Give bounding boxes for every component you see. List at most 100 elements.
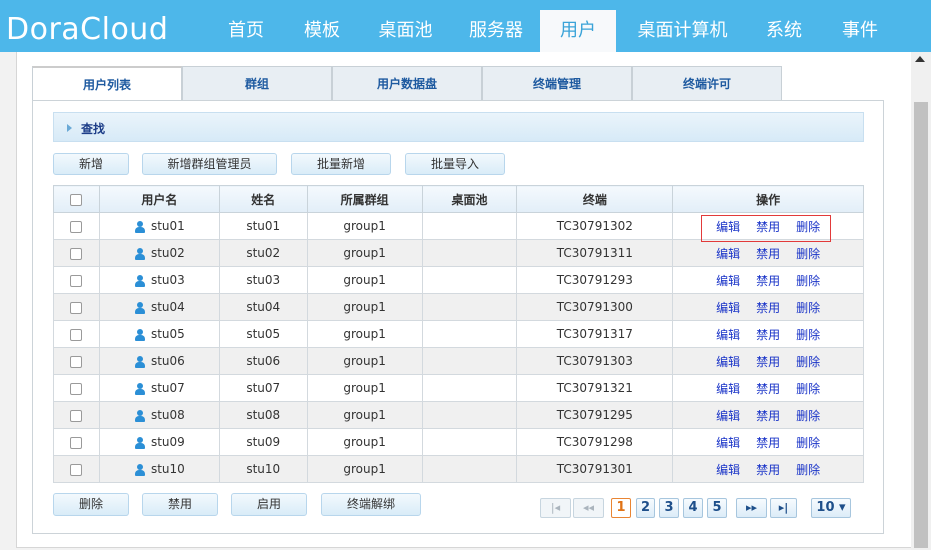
table-row: stu07 stu07 group1 TC30791321 编辑 禁用 删除 xyxy=(53,374,864,402)
disable-link[interactable]: 禁用 xyxy=(756,220,780,234)
row-checkbox[interactable] xyxy=(70,220,83,233)
actions-cell: 编辑 禁用 删除 xyxy=(672,347,864,375)
edit-link[interactable]: 编辑 xyxy=(716,436,740,450)
tab-user-data-disk[interactable]: 用户数据盘 xyxy=(332,66,482,101)
nav-templates[interactable]: 模板 xyxy=(285,10,359,52)
delete-link[interactable]: 删除 xyxy=(796,382,820,396)
page-3-button[interactable]: 3 xyxy=(659,498,679,518)
select-all-checkbox[interactable] xyxy=(70,193,83,206)
edit-link[interactable]: 编辑 xyxy=(716,409,740,423)
user-table: 用户名 姓名 所属群组 桌面池 终端 操作 stu01 stu01 group1 TC… xyxy=(53,185,864,483)
tab-terminal-license[interactable]: 终端许可 xyxy=(632,66,782,101)
tab-terminal-management[interactable]: 终端管理 xyxy=(482,66,632,101)
name-cell: stu07 xyxy=(218,374,308,402)
vertical-scrollbar[interactable] xyxy=(911,52,931,550)
delete-link[interactable]: 删除 xyxy=(796,328,820,342)
terminal-cell: TC30791302 xyxy=(516,212,674,240)
column-header-actions: 操作 xyxy=(672,185,864,213)
disable-link[interactable]: 禁用 xyxy=(756,463,780,477)
name-cell: stu06 xyxy=(218,347,308,375)
pool-cell xyxy=(421,401,518,429)
nav-home[interactable]: 首页 xyxy=(207,10,285,52)
row-checkbox[interactable] xyxy=(70,247,83,260)
group-cell: group1 xyxy=(306,374,423,402)
row-select-cell xyxy=(53,212,100,240)
bulk-enable-button[interactable]: 启用 xyxy=(231,493,307,516)
page-1-button[interactable]: 1 xyxy=(611,498,631,518)
pool-cell xyxy=(421,293,518,321)
delete-link[interactable]: 删除 xyxy=(796,220,820,234)
prev-page-button[interactable]: ◂◂ xyxy=(573,498,604,518)
scroll-up-arrow-icon[interactable] xyxy=(915,56,925,62)
actions-cell: 编辑 禁用 删除 xyxy=(672,374,864,402)
page-2-button[interactable]: 2 xyxy=(636,498,655,518)
user-icon xyxy=(134,355,145,368)
delete-link[interactable]: 删除 xyxy=(796,355,820,369)
scrollbar-thumb[interactable] xyxy=(914,102,928,548)
nav-events[interactable]: 事件 xyxy=(819,10,901,52)
unbind-terminal-button[interactable]: 终端解绑 xyxy=(321,493,421,516)
row-checkbox[interactable] xyxy=(70,382,83,395)
username-text: stu03 xyxy=(150,273,185,287)
edit-link[interactable]: 编辑 xyxy=(716,301,740,315)
row-checkbox[interactable] xyxy=(70,301,83,314)
batch-import-button[interactable]: 批量导入 xyxy=(405,153,505,175)
batch-add-button[interactable]: 批量新增 xyxy=(291,153,391,175)
group-cell: group1 xyxy=(306,455,423,483)
disable-link[interactable]: 禁用 xyxy=(756,409,780,423)
row-checkbox[interactable] xyxy=(70,436,83,449)
row-checkbox[interactable] xyxy=(70,328,83,341)
delete-link[interactable]: 删除 xyxy=(796,247,820,261)
add-user-button[interactable]: 新增 xyxy=(53,153,129,175)
last-page-button[interactable]: ▸| xyxy=(770,498,797,518)
pool-cell xyxy=(421,347,518,375)
next-page-button[interactable]: ▸▸ xyxy=(736,498,767,518)
delete-link[interactable]: 删除 xyxy=(796,409,820,423)
bulk-disable-button[interactable]: 禁用 xyxy=(142,493,218,516)
tab-groups[interactable]: 群组 xyxy=(182,66,332,101)
delete-link[interactable]: 删除 xyxy=(796,463,820,477)
disable-link[interactable]: 禁用 xyxy=(756,328,780,342)
edit-link[interactable]: 编辑 xyxy=(716,382,740,396)
edit-link[interactable]: 编辑 xyxy=(716,247,740,261)
disable-link[interactable]: 禁用 xyxy=(756,355,780,369)
disable-link[interactable]: 禁用 xyxy=(756,382,780,396)
edit-link[interactable]: 编辑 xyxy=(716,220,740,234)
row-checkbox[interactable] xyxy=(70,463,83,476)
edit-link[interactable]: 编辑 xyxy=(716,355,740,369)
delete-link[interactable]: 删除 xyxy=(796,436,820,450)
edit-link[interactable]: 编辑 xyxy=(716,328,740,342)
pool-cell xyxy=(421,455,518,483)
disable-link[interactable]: 禁用 xyxy=(756,301,780,315)
terminal-cell: TC30791300 xyxy=(516,293,674,321)
edit-link[interactable]: 编辑 xyxy=(716,274,740,288)
nav-users[interactable]: 用户 xyxy=(540,10,616,52)
add-group-admin-button[interactable]: 新增群组管理员 xyxy=(142,153,277,175)
page-5-button[interactable]: 5 xyxy=(707,498,727,518)
disable-link[interactable]: 禁用 xyxy=(756,274,780,288)
row-checkbox[interactable] xyxy=(70,355,83,368)
actions-cell: 编辑 禁用 删除 xyxy=(672,320,864,348)
nav-desktop-pools[interactable]: 桌面池 xyxy=(359,10,452,52)
disable-link[interactable]: 禁用 xyxy=(756,247,780,261)
pool-cell xyxy=(421,374,518,402)
first-page-button[interactable]: |◂ xyxy=(540,498,571,518)
row-checkbox[interactable] xyxy=(70,274,83,287)
page-size-select[interactable]: 10 ▾ xyxy=(811,498,851,518)
tab-user-list[interactable]: 用户列表 xyxy=(32,66,182,102)
disable-link[interactable]: 禁用 xyxy=(756,436,780,450)
bulk-delete-button[interactable]: 删除 xyxy=(53,493,129,516)
username-cell: stu10 xyxy=(98,455,220,483)
nav-system[interactable]: 系统 xyxy=(749,10,819,52)
column-header-group: 所属群组 xyxy=(306,185,423,213)
delete-link[interactable]: 删除 xyxy=(796,274,820,288)
nav-desktop-computers[interactable]: 桌面计算机 xyxy=(616,10,749,52)
row-select-cell xyxy=(53,347,100,375)
row-checkbox[interactable] xyxy=(70,409,83,422)
delete-link[interactable]: 删除 xyxy=(796,301,820,315)
table-header-row: 用户名 姓名 所属群组 桌面池 终端 操作 xyxy=(53,185,864,213)
page-4-button[interactable]: 4 xyxy=(683,498,703,518)
search-panel-toggle[interactable]: 查找 xyxy=(53,112,864,142)
edit-link[interactable]: 编辑 xyxy=(716,463,740,477)
nav-servers[interactable]: 服务器 xyxy=(452,10,540,52)
